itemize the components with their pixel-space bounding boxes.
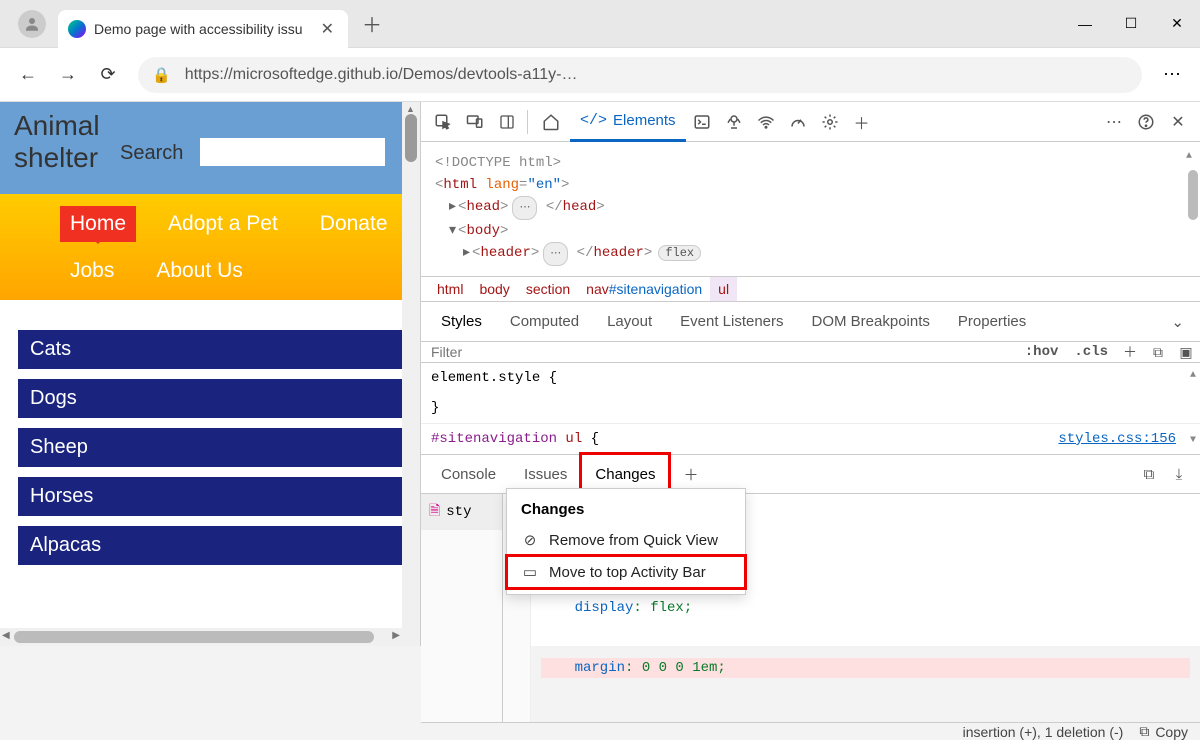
tab-elements[interactable]: </>Elements [570, 102, 686, 142]
drawer-collapse-icon[interactable]: ⤓ [1164, 466, 1194, 483]
nav-home[interactable]: Home [60, 206, 136, 242]
styles-filter-input[interactable] [421, 342, 1017, 362]
changes-file-list: 🗎sty [421, 494, 503, 722]
console-icon[interactable] [686, 106, 718, 138]
expand-arrow-icon[interactable]: ▸ [449, 199, 456, 215]
performance-icon[interactable] [782, 106, 814, 138]
list-item[interactable]: Cats [18, 330, 408, 369]
add-tab-icon[interactable]: ＋ [846, 106, 878, 138]
site-nav: Home Adopt a Pet Donate Jobs About Us [0, 194, 420, 300]
expand-arrow-icon[interactable]: ▾ [449, 223, 456, 239]
page-scrollbar-horizontal[interactable]: ◀▶ [0, 628, 402, 646]
device-toggle-icon[interactable] [459, 106, 491, 138]
styles-toolbar: :hov .cls ＋ ⧉ ▣ [421, 342, 1200, 363]
window-controls: ― ☐ ✕ [1062, 0, 1200, 48]
page-viewport: Animalshelter Search Home Adopt a Pet Do… [0, 102, 420, 646]
window-icon: ▭ [521, 563, 539, 581]
profile-avatar[interactable] [18, 10, 46, 38]
close-window-button[interactable]: ✕ [1154, 0, 1200, 48]
maximize-button[interactable]: ☐ [1108, 0, 1154, 48]
dom-breadcrumb: html body section nav#sitenavigation ul [421, 276, 1200, 302]
changes-file[interactable]: 🗎sty [421, 494, 502, 530]
css-file-icon: 🗎 [429, 500, 440, 524]
back-button[interactable]: ← [8, 55, 48, 95]
sources-icon[interactable] [718, 106, 750, 138]
expand-sidebar-icon[interactable]: ⌄ [1161, 313, 1194, 331]
new-tab-button[interactable]: ＋ [362, 9, 382, 38]
browser-tab[interactable]: Demo page with accessibility issu ✕ [58, 10, 348, 48]
bc-section[interactable]: section [518, 277, 578, 301]
tab-close-icon[interactable]: ✕ [317, 19, 338, 39]
network-icon[interactable] [750, 106, 782, 138]
drawer-tab-console[interactable]: Console [427, 454, 510, 494]
unpin-icon: ⊘ [521, 531, 539, 549]
page-header: Animalshelter Search [0, 102, 420, 194]
bc-ul[interactable]: ul [710, 277, 737, 301]
browser-menu-button[interactable]: ⋯ [1152, 64, 1192, 85]
dom-tree[interactable]: <!DOCTYPE html> <html lang="en"> ▸<head>… [421, 142, 1200, 276]
cls-toggle[interactable]: .cls [1066, 344, 1116, 360]
edge-favicon-icon [68, 20, 86, 38]
tab-dom-breakpoints[interactable]: DOM Breakpoints [798, 302, 944, 342]
styles-sidebar-tabs: Styles Computed Layout Event Listeners D… [421, 302, 1200, 342]
more-tools-icon[interactable]: ⋯ [1098, 106, 1130, 138]
nav-about[interactable]: About Us [146, 253, 252, 289]
list-item[interactable]: Sheep [18, 428, 408, 467]
bc-nav[interactable]: nav#sitenavigation [578, 277, 710, 301]
computed-toggle-icon[interactable]: ⧉ [1144, 344, 1172, 361]
window-titlebar: Demo page with accessibility issu ✕ ＋ ― … [0, 0, 1200, 48]
dock-side-icon[interactable]: ▣ [1172, 344, 1200, 361]
hov-toggle[interactable]: :hov [1017, 344, 1067, 360]
tab-computed[interactable]: Computed [496, 302, 593, 342]
nav-donate[interactable]: Donate [310, 206, 398, 242]
changes-context-menu: Changes ⊘Remove from Quick View ▭Move to… [506, 488, 746, 595]
new-style-rule-icon[interactable]: ＋ [1116, 342, 1144, 362]
copy-icon: ⧉ [1139, 723, 1149, 740]
lock-icon: 🔒 [152, 66, 171, 84]
dock-icon[interactable] [491, 106, 523, 138]
expand-arrow-icon[interactable]: ▸ [463, 245, 470, 261]
list-item[interactable]: Alpacas [18, 526, 408, 565]
list-item[interactable]: Horses [18, 477, 408, 516]
settings-gear-icon[interactable] [814, 106, 846, 138]
tab-styles[interactable]: Styles [427, 302, 496, 342]
changes-summary: insertion (+), 1 deletion (-) [963, 724, 1124, 740]
tab-layout[interactable]: Layout [593, 302, 666, 342]
minimize-button[interactable]: ― [1062, 0, 1108, 48]
url-text: https://microsoftedge.github.io/Demos/de… [185, 66, 578, 84]
copy-changes-button[interactable]: ⧉Copy [1139, 723, 1188, 740]
search-input[interactable] [200, 138, 385, 166]
bc-body[interactable]: body [471, 277, 517, 301]
help-icon[interactable] [1130, 106, 1162, 138]
tab-title: Demo page with accessibility issu [94, 21, 317, 37]
devtools-panel: </>Elements ＋ ⋯ ✕ <!DOCTYPE html> <html … [420, 102, 1200, 646]
list-item[interactable]: Dogs [18, 379, 408, 418]
browser-toolbar: ← → ⟳ 🔒 https://microsoftedge.github.io/… [0, 48, 1200, 102]
dom-scrollbar[interactable]: ▲ [1186, 146, 1200, 222]
context-menu-title: Changes [507, 495, 745, 524]
context-remove-quickview[interactable]: ⊘Remove from Quick View [507, 524, 745, 556]
context-move-activity-bar[interactable]: ▭Move to top Activity Bar [507, 556, 745, 588]
tab-welcome[interactable] [532, 102, 570, 142]
address-bar[interactable]: 🔒 https://microsoftedge.github.io/Demos/… [138, 57, 1142, 93]
devtools-activity-bar: </>Elements ＋ ⋯ ✕ [421, 102, 1200, 142]
inspect-icon[interactable] [427, 106, 459, 138]
forward-button[interactable]: → [48, 55, 88, 95]
changes-footer: insertion (+), 1 deletion (-) ⧉Copy [421, 722, 1200, 740]
styles-rules[interactable]: ▲ element.style { } #sitenavigation ul {… [421, 363, 1200, 454]
bc-html[interactable]: html [429, 277, 471, 301]
category-list: Cats Dogs Sheep Horses Alpacas [0, 300, 420, 585]
source-link[interactable]: styles.css:156 [1058, 428, 1176, 450]
page-scrollbar-vertical[interactable]: ▲ [402, 102, 420, 646]
tab-event-listeners[interactable]: Event Listeners [666, 302, 797, 342]
refresh-button[interactable]: ⟳ [88, 55, 128, 95]
nav-jobs[interactable]: Jobs [60, 253, 124, 289]
search-label: Search [120, 142, 183, 165]
close-devtools-icon[interactable]: ✕ [1162, 106, 1194, 138]
drawer-layout-icon[interactable]: ⧉ [1134, 466, 1164, 483]
nav-adopt[interactable]: Adopt a Pet [158, 206, 288, 242]
tab-properties[interactable]: Properties [944, 302, 1040, 342]
